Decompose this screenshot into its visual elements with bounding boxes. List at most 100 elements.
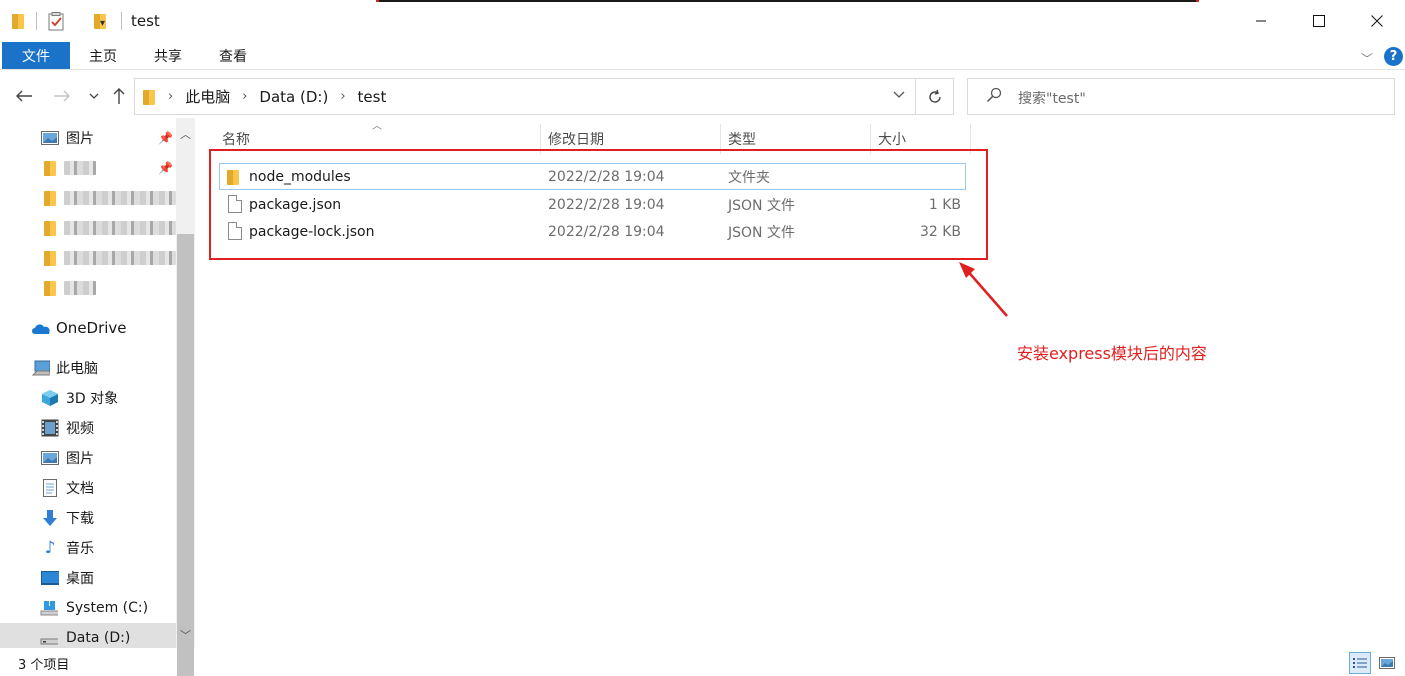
item-count: 3 个项目 <box>18 658 70 673</box>
redacted-label <box>64 281 96 295</box>
close-icon <box>1371 15 1383 27</box>
properties-icon[interactable] <box>48 11 65 31</box>
annotation-text: 安装express模块后的内容 <box>1017 344 1207 363</box>
forward-arrow-icon <box>54 90 70 102</box>
pictures-icon <box>41 450 59 466</box>
large-icons-view-button[interactable] <box>1376 652 1398 674</box>
nav-scrollbar[interactable]: ︿ ﹀ <box>176 118 195 676</box>
window-title: test <box>131 12 160 30</box>
drive-icon <box>40 600 58 616</box>
onedrive-icon <box>30 320 52 336</box>
pictures-icon <box>41 130 59 146</box>
folder-icon <box>44 250 57 266</box>
ribbon-tabs: 文件 主页 共享 查看 <box>0 42 1405 70</box>
scroll-up-icon[interactable]: ︿ <box>180 126 191 142</box>
pin-icon[interactable]: 📌 <box>158 131 173 145</box>
nav-item-label: 桌面 <box>66 571 94 587</box>
title-bar: ▾ test <box>0 0 1405 42</box>
chevron-right-icon: › <box>340 89 346 104</box>
search-input[interactable]: 搜索"test" <box>1018 88 1086 108</box>
scrollbar-thumb[interactable] <box>177 234 194 676</box>
nav-item-pictures[interactable]: 图片 <box>0 443 176 473</box>
nav-item-desktop[interactable]: 桌面 <box>0 563 176 593</box>
breadcrumb-data-drive[interactable]: Data (D:) <box>259 88 328 106</box>
minimize-button[interactable] <box>1232 0 1290 42</box>
maximize-icon <box>1313 15 1325 27</box>
nav-item-redacted[interactable] <box>0 183 176 213</box>
tab-share[interactable]: 共享 <box>143 42 193 69</box>
title-separator <box>36 12 37 30</box>
help-button[interactable]: ? <box>1384 47 1403 66</box>
videos-icon <box>41 419 59 437</box>
nav-item-pictures-pinned[interactable]: 图片 📌 <box>0 123 176 153</box>
nav-item-music[interactable]: ♪ 音乐 <box>0 533 176 563</box>
drive-icon <box>40 630 58 646</box>
nav-item-documents[interactable]: 文档 <box>0 473 176 503</box>
nav-item-data-drive[interactable]: Data (D:) <box>0 623 176 648</box>
back-button[interactable] <box>12 84 36 108</box>
search-box[interactable]: 搜索"test" <box>967 78 1395 115</box>
breadcrumb-test[interactable]: test <box>358 88 387 106</box>
nav-item-label: 下载 <box>66 511 94 527</box>
tab-file[interactable]: 文件 <box>2 42 70 69</box>
file-explorer-window: ▾ test 文件 主页 共享 查看 ﹀ ? › 此电脑 › Data (D:)… <box>0 0 1405 676</box>
annotation-highlight-box <box>209 149 988 260</box>
chevron-right-icon: › <box>168 89 174 104</box>
title-separator <box>121 12 122 30</box>
nav-item-redacted[interactable] <box>0 213 176 243</box>
nav-item-this-pc[interactable]: 此电脑 <box>0 353 176 383</box>
nav-item-label: Data (D:) <box>66 630 131 646</box>
documents-icon <box>41 479 59 497</box>
annotation-arrow <box>959 262 1008 317</box>
close-button[interactable] <box>1348 0 1405 42</box>
folder-icon <box>44 280 57 296</box>
nav-item-redacted[interactable]: 📌 <box>0 153 176 183</box>
back-arrow-icon <box>16 90 32 102</box>
nav-item-downloads[interactable]: 下载 <box>0 503 176 533</box>
expand-ribbon-icon[interactable]: ﹀ <box>1361 50 1373 67</box>
nav-item-label: OneDrive <box>56 319 127 337</box>
minimize-icon <box>1256 20 1266 22</box>
refresh-button[interactable] <box>916 78 954 115</box>
folder-icon <box>44 190 57 206</box>
nav-item-label: 音乐 <box>66 541 94 557</box>
chevron-down-icon <box>89 93 99 99</box>
navigation-pane: 图片 📌 📌 OneDrive 此电脑 3D 对象 视频 图片 文档 下载 ♪ … <box>0 118 196 648</box>
nav-item-onedrive[interactable]: OneDrive <box>0 313 176 343</box>
music-icon: ♪ <box>44 538 56 558</box>
redacted-label <box>64 221 176 235</box>
location-folder-icon <box>143 89 156 105</box>
redacted-label <box>64 251 176 265</box>
up-button[interactable] <box>107 84 131 108</box>
nav-item-label: 文档 <box>66 481 94 497</box>
scroll-down-icon[interactable]: ﹀ <box>180 627 191 643</box>
3d-objects-icon <box>41 390 59 406</box>
address-dropdown-icon[interactable] <box>893 88 905 103</box>
address-bar[interactable]: › 此电脑 › Data (D:) › test <box>134 78 916 115</box>
folder-icon <box>44 160 57 176</box>
recent-locations-button[interactable] <box>82 84 106 108</box>
nav-item-label: 图片 <box>66 131 94 147</box>
computer-icon <box>32 360 50 376</box>
customize-quick-access-icon[interactable]: ▾ <box>100 13 105 33</box>
sort-ascending-icon: ︿ <box>372 121 382 132</box>
pin-icon[interactable]: 📌 <box>158 161 173 175</box>
title-bar-accent <box>378 0 1198 2</box>
title-bar-accent-right <box>1196 0 1199 2</box>
tab-view[interactable]: 查看 <box>208 42 258 69</box>
nav-item-3d-objects[interactable]: 3D 对象 <box>0 383 176 413</box>
nav-item-videos[interactable]: 视频 <box>0 413 176 443</box>
redacted-label <box>64 161 96 175</box>
up-arrow-icon <box>113 88 125 104</box>
forward-button[interactable] <box>50 84 74 108</box>
nav-item-label: 此电脑 <box>56 361 98 377</box>
tab-home[interactable]: 主页 <box>78 42 128 69</box>
nav-item-redacted[interactable] <box>0 243 176 273</box>
breadcrumb-this-pc[interactable]: 此电脑 <box>185 86 230 107</box>
title-bar-accent-left <box>376 0 379 2</box>
maximize-button[interactable] <box>1290 0 1348 42</box>
nav-item-redacted[interactable] <box>0 273 176 303</box>
details-view-button[interactable] <box>1349 652 1371 674</box>
nav-item-system-drive[interactable]: System (C:) <box>0 593 176 623</box>
nav-item-label: 视频 <box>66 421 94 437</box>
